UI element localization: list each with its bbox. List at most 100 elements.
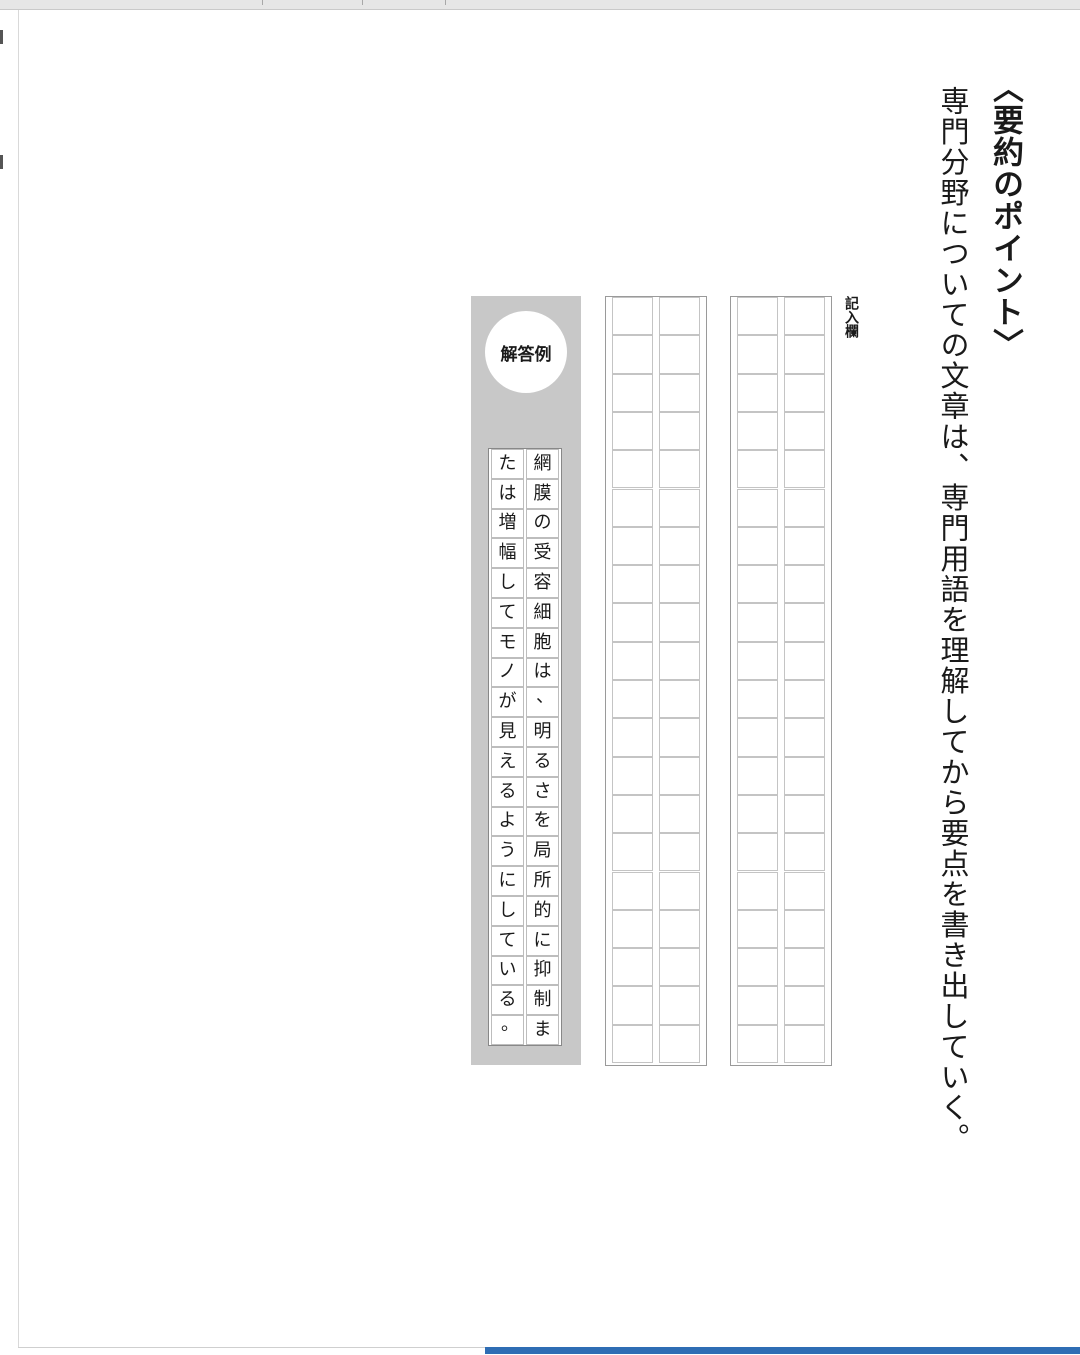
answer-grid-cell[interactable] <box>737 335 778 374</box>
answer-grid-cell[interactable] <box>612 680 653 719</box>
answer-grid-cell[interactable] <box>784 411 825 451</box>
answer-grid-cell[interactable] <box>612 450 653 489</box>
margin-mark <box>0 155 3 169</box>
answer-grid-cell[interactable] <box>612 948 653 987</box>
answer-grid-cell[interactable] <box>659 718 700 757</box>
answer-grid-cell[interactable] <box>784 335 825 374</box>
answer-grid-cell[interactable] <box>659 488 700 527</box>
answer-grid-cell[interactable] <box>659 526 700 566</box>
answer-grid-cell[interactable] <box>784 680 825 719</box>
reading-progress-bar <box>485 1347 1080 1354</box>
answer-grid-cell[interactable] <box>612 335 653 374</box>
answer-grid-cell[interactable] <box>737 756 778 795</box>
answer-grid-cell[interactable] <box>612 411 653 451</box>
answer-grid-cell[interactable] <box>784 794 825 834</box>
answer-grid-cell[interactable] <box>784 526 825 566</box>
answer-grid-cell[interactable] <box>612 718 653 757</box>
answer-grid-cell[interactable] <box>659 756 700 795</box>
answer-grid-cell[interactable] <box>737 411 778 451</box>
answer-grid-cell[interactable] <box>784 909 825 949</box>
example-char-cell: モ <box>491 627 524 658</box>
answer-grid-cell[interactable] <box>612 373 653 412</box>
answer-grid-cell[interactable] <box>659 986 700 1025</box>
answer-grid-cell[interactable] <box>612 986 653 1025</box>
example-char-cell: た <box>491 449 524 479</box>
answer-grid-cell[interactable] <box>784 565 825 604</box>
answer-grid-cell[interactable] <box>737 1024 778 1063</box>
answer-grid-cell[interactable] <box>784 871 825 910</box>
answer-grid-left[interactable] <box>605 296 707 1066</box>
answer-grid-cell[interactable] <box>784 718 825 757</box>
answer-grid-cell[interactable] <box>784 1024 825 1063</box>
answer-grid-cell[interactable] <box>659 794 700 834</box>
answer-grid-cell[interactable] <box>659 565 700 604</box>
example-char-cell: に <box>526 925 559 956</box>
top-toolbar-strip <box>0 0 1080 10</box>
answer-grid-cell[interactable] <box>659 450 700 489</box>
answer-grid-cell[interactable] <box>612 833 653 872</box>
answer-grid-cell[interactable] <box>659 948 700 987</box>
answer-grid-cell[interactable] <box>737 641 778 680</box>
answer-grid-cell[interactable] <box>784 488 825 527</box>
answer-grid-cell[interactable] <box>784 948 825 987</box>
answer-grid-cell[interactable] <box>612 909 653 949</box>
answer-grid-cell[interactable] <box>784 833 825 872</box>
answer-grid-cell[interactable] <box>737 526 778 566</box>
answer-grid-cell[interactable] <box>737 718 778 757</box>
answer-grid-cell[interactable] <box>659 373 700 412</box>
answer-grid-cell[interactable] <box>612 641 653 680</box>
answer-grid-cell[interactable] <box>612 603 653 642</box>
example-char-cell: 制 <box>526 985 559 1016</box>
answer-grid-cell[interactable] <box>737 297 778 336</box>
example-char-cell: 明 <box>526 717 559 747</box>
answer-grid-cell[interactable] <box>737 373 778 412</box>
example-char-cell: 所 <box>526 866 559 896</box>
example-char-cell: ま <box>526 1015 559 1045</box>
answer-grid-cell[interactable] <box>784 373 825 412</box>
answer-grid-cell[interactable] <box>737 871 778 910</box>
answer-grid-cell[interactable] <box>784 603 825 642</box>
answer-grid-cell[interactable] <box>784 297 825 336</box>
answer-grid-cell[interactable] <box>612 565 653 604</box>
answer-grid-cell[interactable] <box>659 871 700 910</box>
answer-grid-cell[interactable] <box>737 833 778 872</box>
answer-grid-cell[interactable] <box>737 909 778 949</box>
answer-grid-cell[interactable] <box>659 641 700 680</box>
answer-grid-cell[interactable] <box>659 603 700 642</box>
answer-grid-right[interactable] <box>730 296 832 1066</box>
example-char-cell: は <box>526 657 559 688</box>
ruler-tick <box>445 0 446 5</box>
answer-grid-cell[interactable] <box>659 833 700 872</box>
example-char-cell: に <box>491 866 524 896</box>
answer-grid-cell[interactable] <box>784 986 825 1025</box>
answer-grid-cell[interactable] <box>737 565 778 604</box>
section-heading: 〈要約のポイント〉 <box>987 72 1023 360</box>
answer-grid-cell[interactable] <box>784 450 825 489</box>
example-char-cell: 容 <box>526 568 559 598</box>
answer-grid-cell[interactable] <box>737 488 778 527</box>
answer-grid-cell[interactable] <box>784 756 825 795</box>
answer-grid-cell[interactable] <box>737 794 778 834</box>
answer-grid-cell[interactable] <box>659 297 700 336</box>
answer-grid-cell[interactable] <box>659 411 700 451</box>
answer-grid-cell[interactable] <box>612 526 653 566</box>
answer-grid-cell[interactable] <box>737 603 778 642</box>
answer-grid-cell[interactable] <box>612 1024 653 1063</box>
answer-grid-cell[interactable] <box>737 680 778 719</box>
answer-grid-cell[interactable] <box>612 871 653 910</box>
answer-grid-cell[interactable] <box>737 450 778 489</box>
answer-grid-cell[interactable] <box>737 948 778 987</box>
answer-grid-cell[interactable] <box>784 641 825 680</box>
answer-grid-cell[interactable] <box>737 986 778 1025</box>
answer-grid-cell[interactable] <box>612 794 653 834</box>
answer-grid-cell[interactable] <box>612 297 653 336</box>
answer-grid-cell[interactable] <box>659 680 700 719</box>
answer-grid-cell[interactable] <box>659 335 700 374</box>
ruler-tick <box>362 0 363 5</box>
answer-grid-cell[interactable] <box>612 756 653 795</box>
answer-grid-cell[interactable] <box>659 909 700 949</box>
example-char-cell: さ <box>526 776 559 807</box>
answer-grid-cell[interactable] <box>612 488 653 527</box>
answer-grid-cell[interactable] <box>659 1024 700 1063</box>
example-char-cell: る <box>526 747 559 777</box>
